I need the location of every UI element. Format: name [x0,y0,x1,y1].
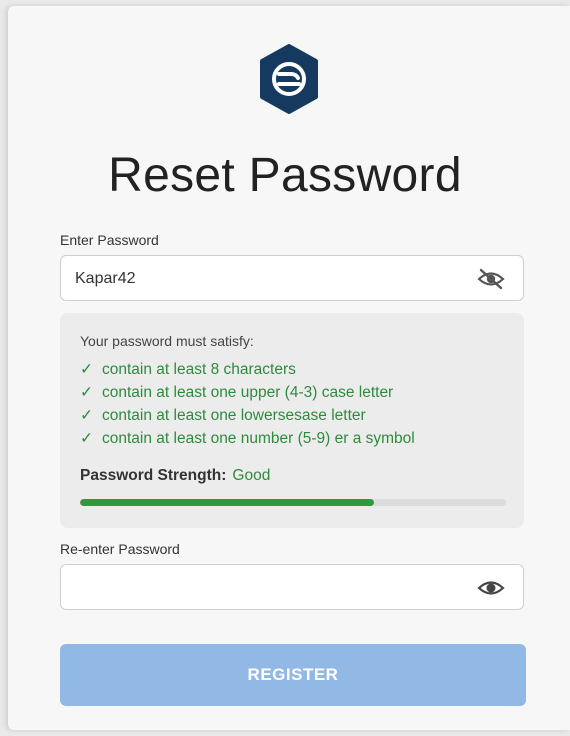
requirement-text: contain at least 8 characters [102,361,296,378]
check-icon: ✓ [80,384,93,401]
strength-value: Good [232,467,271,484]
requirement-item: ✓ contain at least one number (5-9) er a … [80,427,415,450]
page-title: Reset Password [108,149,462,202]
eye-icon[interactable] [477,576,505,600]
requirements-title: Your password must satisfy: [80,333,254,349]
confirm-password-field[interactable] [60,564,524,611]
requirement-text: contain at least one upper (4-3) case le… [102,384,394,401]
eye-slash-icon[interactable] [477,267,505,291]
password-input[interactable] [73,256,467,302]
password-requirements-panel: Your password must satisfy: ✓ contain at … [60,313,524,528]
requirements-list: ✓ contain at least 8 characters ✓ contain … [80,358,415,450]
requirement-text: contain at least one lowersesase letter [102,407,366,424]
strength-bar-track [80,499,506,506]
register-button[interactable]: REGISTER [60,644,526,706]
password-label: Enter Password [60,232,159,248]
requirement-item: ✓ contain at least one upper (4-3) case l… [80,381,415,404]
strength-bar-fill [80,499,374,506]
app-logo-icon [260,44,318,114]
confirm-password-input[interactable] [73,565,467,611]
confirm-password-label: Re-enter Password [60,541,180,557]
password-strength: Password Strength: Good [80,467,270,485]
check-icon: ✓ [80,430,93,447]
requirement-text: contain at least one number (5-9) er a s… [102,430,415,447]
strength-label: Password Strength: [80,467,227,484]
check-icon: ✓ [80,407,93,424]
requirement-item: ✓ contain at least one lowersesase letter [80,404,415,427]
password-field[interactable] [60,255,524,302]
requirement-item: ✓ contain at least 8 characters [80,358,415,381]
check-icon: ✓ [80,361,93,378]
